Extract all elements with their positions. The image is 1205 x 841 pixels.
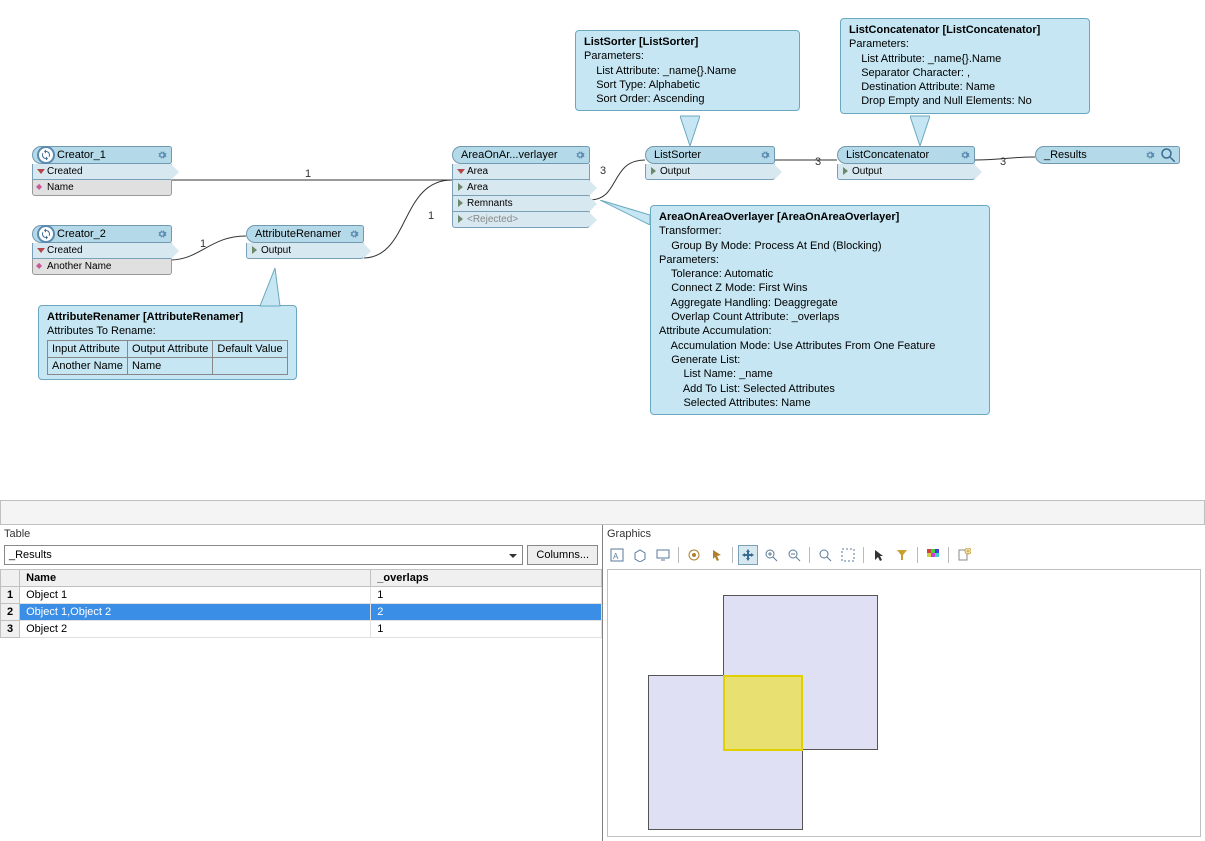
node-title: AttributeRenamer	[251, 228, 347, 240]
port-output[interactable]: Output	[837, 164, 975, 180]
graphics-canvas[interactable]	[607, 569, 1201, 837]
node-title: ListConcatenator	[842, 149, 958, 161]
view-3d-icon[interactable]	[630, 545, 650, 565]
zoom-extent-icon[interactable]	[815, 545, 835, 565]
gear-icon[interactable]	[758, 148, 772, 162]
orbit-icon[interactable]	[684, 545, 704, 565]
workflow-canvas[interactable]: Creator_1 Created Name Creator_2 Created…	[0, 0, 1205, 500]
node-list-sorter[interactable]: ListSorter Output	[645, 146, 775, 180]
view-2d-icon[interactable]: A	[607, 545, 627, 565]
tooltip-attribute-renamer: AttributeRenamer [AttributeRenamer] Attr…	[38, 305, 297, 380]
zoom-selected-icon[interactable]	[838, 545, 858, 565]
node-results[interactable]: _Results	[1035, 146, 1180, 164]
panel-label-table: Table	[0, 525, 602, 543]
svg-text:A: A	[613, 552, 619, 561]
col-name[interactable]: Name	[20, 570, 371, 587]
graphics-toolbar: A	[603, 543, 1205, 567]
magnify-icon[interactable]	[1159, 146, 1177, 164]
new-sheet-icon[interactable]	[954, 545, 974, 565]
node-title: Creator_2	[57, 228, 155, 240]
link-count: 1	[428, 210, 434, 222]
node-creator-1[interactable]: Creator_1 Created Name	[32, 146, 172, 196]
columns-button[interactable]: Columns...	[527, 545, 598, 565]
port-area-out[interactable]: Area	[452, 180, 590, 196]
gear-icon[interactable]	[958, 148, 972, 162]
status-bar	[0, 500, 1205, 525]
gear-icon[interactable]	[1143, 148, 1157, 162]
port-area-in[interactable]: Area	[452, 164, 590, 180]
tooltip-list-sorter: ListSorter [ListSorter] Parameters: List…	[575, 30, 800, 111]
link-count: 1	[305, 168, 311, 180]
tooltip-overlayer: AreaOnAreaOverlayer [AreaOnAreaOverlayer…	[650, 205, 990, 415]
node-list-concatenator[interactable]: ListConcatenator Output	[837, 146, 975, 180]
node-area-overlayer[interactable]: AreaOnAr...verlayer Area Area Remnants <…	[452, 146, 590, 228]
port-output[interactable]: Output	[645, 164, 775, 180]
zoom-in-icon[interactable]	[761, 545, 781, 565]
refresh-icon	[37, 146, 55, 164]
tooltip-list-concatenator: ListConcatenator [ListConcatenator] Para…	[840, 18, 1090, 114]
gear-icon[interactable]	[573, 148, 587, 162]
node-title: AreaOnAr...verlayer	[457, 149, 573, 161]
results-table[interactable]: Name _overlaps 1 Object 1 1 2 Object 1,O…	[0, 569, 602, 638]
attr-name: Name	[32, 180, 172, 196]
node-creator-2[interactable]: Creator_2 Created Another Name	[32, 225, 172, 275]
port-created[interactable]: Created	[32, 243, 172, 259]
col-overlaps[interactable]: _overlaps	[371, 570, 602, 587]
link-count: 1	[200, 238, 206, 250]
filter-icon[interactable]	[892, 545, 912, 565]
gear-icon[interactable]	[155, 227, 169, 241]
link-count: 3	[600, 165, 606, 177]
link-count: 3	[815, 156, 821, 168]
node-attribute-renamer[interactable]: AttributeRenamer Output	[246, 225, 364, 259]
shape-overlap	[723, 675, 803, 751]
pointer-icon[interactable]	[869, 545, 889, 565]
zoom-out-icon[interactable]	[784, 545, 804, 565]
color-grid-icon[interactable]	[923, 545, 943, 565]
rename-table: Input AttributeOutput AttributeDefault V…	[47, 340, 288, 376]
select-icon[interactable]	[707, 545, 727, 565]
port-created[interactable]: Created	[32, 164, 172, 180]
port-rejected[interactable]: <Rejected>	[452, 212, 590, 228]
pan-icon[interactable]	[738, 545, 758, 565]
link-count: 3	[1000, 156, 1006, 168]
node-title: ListSorter	[650, 149, 758, 161]
refresh-icon	[37, 225, 55, 243]
attr-another-name: Another Name	[32, 259, 172, 275]
table-selector-dropdown[interactable]: _Results	[4, 545, 523, 565]
table-row[interactable]: 3 Object 2 1	[1, 621, 602, 638]
port-remnants[interactable]: Remnants	[452, 196, 590, 212]
port-output[interactable]: Output	[246, 243, 364, 259]
gear-icon[interactable]	[155, 148, 169, 162]
table-panel: Table _Results Columns... Name _overlaps…	[0, 525, 603, 841]
table-row[interactable]: 1 Object 1 1	[1, 587, 602, 604]
graphics-panel: Graphics A	[603, 525, 1205, 841]
node-title: _Results	[1040, 149, 1143, 161]
display-icon[interactable]	[653, 545, 673, 565]
panel-label-graphics: Graphics	[603, 525, 1205, 543]
node-title: Creator_1	[57, 149, 155, 161]
gear-icon[interactable]	[347, 227, 361, 241]
table-row[interactable]: 2 Object 1,Object 2 2	[1, 604, 602, 621]
